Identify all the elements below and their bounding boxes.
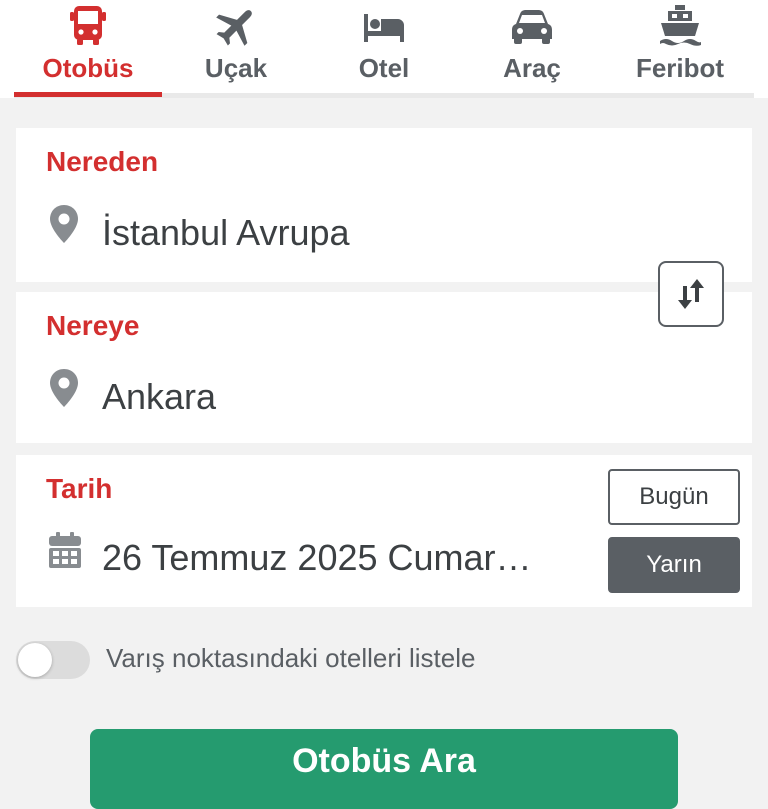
tab-airplane-label: Uçak	[204, 53, 268, 83]
tab-bus[interactable]: Otobüs	[14, 0, 162, 98]
ferry-icon	[656, 4, 704, 48]
swap-arrows-icon	[678, 279, 704, 309]
active-tab-indicator	[14, 92, 162, 97]
to-value: Ankara	[102, 376, 217, 417]
tab-hotel[interactable]: Otel	[310, 0, 458, 98]
tab-ferry[interactable]: Feribot	[606, 0, 754, 98]
bus-icon	[64, 4, 112, 48]
tab-airplane[interactable]: Uçak	[162, 0, 310, 98]
swap-button[interactable]	[658, 261, 724, 327]
tab-hotel-label: Otel	[358, 53, 410, 83]
toggle-knob	[18, 643, 52, 677]
search-bus-button[interactable]: Otobüs Ara	[90, 729, 678, 809]
date-label: Tarih	[46, 473, 113, 504]
today-button[interactable]: Bugün	[608, 469, 740, 525]
calendar-icon	[48, 531, 82, 574]
tomorrow-button[interactable]: Yarın	[608, 537, 740, 593]
from-card[interactable]: Nereden İstanbul Avrupa	[16, 128, 752, 282]
transport-tab-bar: Otobüs Uçak Otel Araç Feribot	[0, 0, 768, 98]
tab-bus-label: Otobüs	[42, 53, 134, 83]
tab-car[interactable]: Araç	[458, 0, 606, 98]
tab-car-label: Araç	[503, 53, 561, 83]
airplane-icon	[212, 4, 260, 48]
bed-icon	[360, 4, 408, 48]
from-label: Nereden	[46, 146, 159, 177]
car-icon	[508, 4, 556, 48]
tab-ferry-label: Feribot	[635, 53, 725, 83]
hotel-toggle-label: Varış noktasındaki otelleri listele	[106, 643, 476, 673]
to-label: Nereye	[46, 310, 140, 341]
from-value: İstanbul Avrupa	[102, 212, 350, 253]
to-card[interactable]: Nereye Ankara	[16, 292, 752, 443]
date-value: 26 Temmuz 2025 Cumar…	[102, 537, 532, 578]
location-pin-icon	[48, 368, 80, 413]
location-pin-icon	[48, 204, 80, 249]
hotel-toggle[interactable]	[16, 641, 90, 679]
